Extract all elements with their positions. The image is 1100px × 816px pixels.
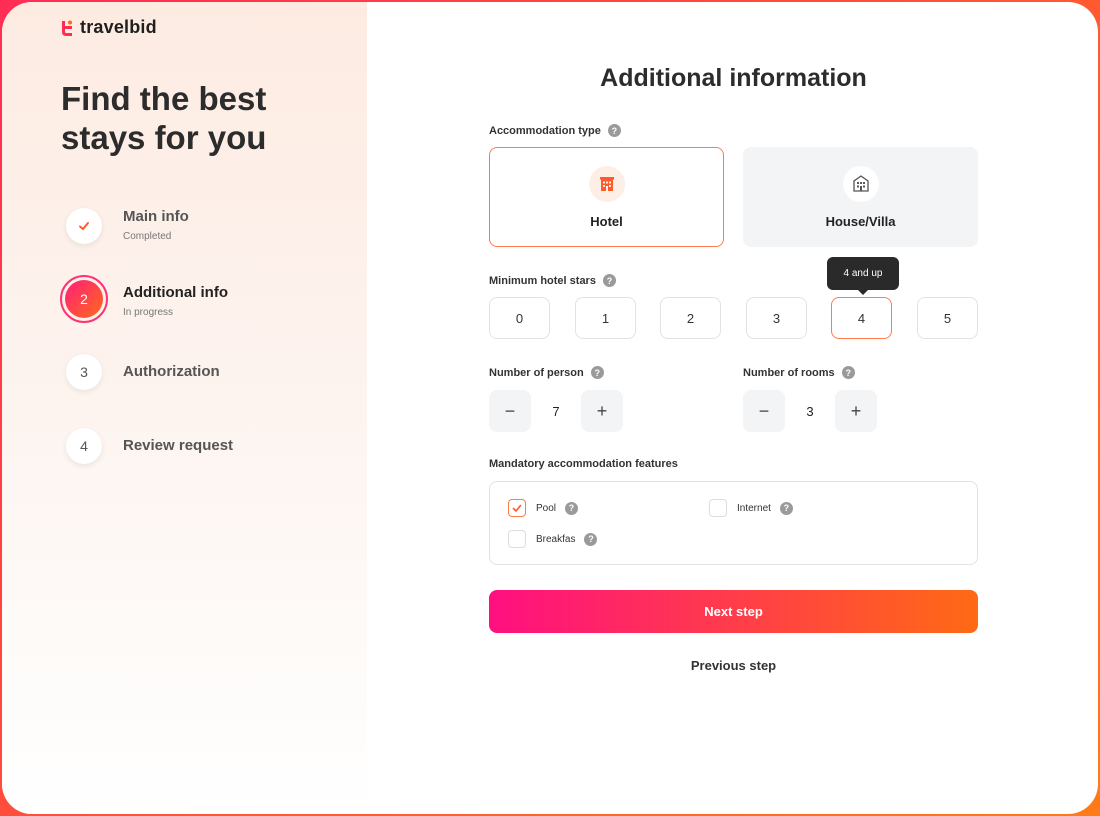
star-option-5[interactable]: 5: [917, 297, 978, 339]
feature-label: Internet: [737, 502, 771, 514]
features-box: Pool ? Internet ? Breakfas ?: [489, 481, 978, 565]
app-window: travelbid Find the best stays for you Ma…: [2, 2, 1098, 814]
previous-step-link[interactable]: Previous step: [489, 658, 978, 673]
logo[interactable]: travelbid: [60, 17, 157, 38]
check-icon: [512, 504, 522, 512]
stars-tooltip: 4 and up: [827, 257, 899, 295]
step-review-request[interactable]: 4 Review request: [66, 428, 233, 464]
page-title: Additional information: [600, 64, 867, 92]
step-number: 4: [66, 428, 102, 464]
feature-pool[interactable]: Pool ?: [508, 499, 579, 517]
star-option-1[interactable]: 1: [575, 297, 636, 339]
logo-icon: [62, 20, 72, 36]
persons-value: 7: [552, 403, 560, 419]
label-text: Mandatory accommodation features: [489, 458, 678, 470]
label-text: Number of rooms: [743, 366, 835, 379]
hotel-icon: [599, 176, 614, 191]
card-label: House/Villa: [825, 213, 896, 229]
step-active-ring: 2: [60, 275, 108, 323]
label-text: Number of person: [489, 366, 584, 379]
page-headline: Find the best stays for you: [61, 80, 267, 156]
hotel-icon-wrap: [588, 165, 625, 202]
help-icon[interactable]: ?: [602, 274, 616, 287]
accommodation-option-hotel[interactable]: Hotel: [489, 147, 724, 247]
step-number: 2: [65, 280, 103, 318]
brand-name: travelbid: [80, 17, 157, 37]
help-icon[interactable]: ?: [565, 501, 579, 515]
rooms-decrement-button[interactable]: −: [743, 390, 785, 432]
rooms-value: 3: [806, 403, 814, 419]
rooms-increment-button[interactable]: +: [835, 390, 877, 432]
step-title: Authorization: [123, 363, 220, 380]
step-title: Review request: [123, 437, 234, 454]
breakfast-checkbox[interactable]: [508, 530, 526, 548]
help-icon[interactable]: ?: [607, 124, 621, 137]
help-icon[interactable]: ?: [590, 366, 604, 379]
help-icon[interactable]: ?: [584, 532, 598, 546]
feature-internet[interactable]: Internet ?: [709, 499, 793, 517]
villa-icon-wrap: [842, 165, 879, 202]
step-additional-info[interactable]: 2 Additional info In progress: [60, 275, 228, 323]
check-icon: [79, 222, 89, 230]
step-number: 3: [66, 354, 102, 390]
feature-label: Pool: [536, 502, 557, 514]
label-text: Accommodation type: [489, 124, 601, 137]
persons-stepper: − 7 +: [489, 390, 623, 432]
persons-decrement-button[interactable]: −: [489, 390, 531, 432]
help-icon[interactable]: ?: [841, 366, 855, 379]
step-status: In progress: [123, 307, 174, 318]
label-text: Minimum hotel stars: [489, 274, 596, 287]
rooms-label: Number of rooms ?: [743, 366, 855, 379]
persons-label: Number of person ?: [489, 366, 604, 379]
features-label: Mandatory accommodation features: [489, 458, 678, 470]
minimum-stars-label: Minimum hotel stars ?: [489, 274, 616, 287]
feature-label: Breakfas: [536, 533, 576, 545]
star-option-2[interactable]: 2: [660, 297, 721, 339]
step-title: Main info: [123, 208, 189, 225]
step-completed-circle: [66, 208, 102, 244]
rooms-stepper: − 3 +: [743, 390, 877, 432]
step-title: Additional info: [123, 284, 228, 301]
villa-icon: [852, 174, 869, 192]
step-status: Completed: [123, 231, 172, 242]
step-main-info[interactable]: Main info Completed: [66, 208, 189, 244]
feature-breakfast[interactable]: Breakfas ?: [508, 530, 598, 548]
pool-checkbox[interactable]: [508, 499, 526, 517]
internet-checkbox[interactable]: [709, 499, 727, 517]
accommodation-option-villa[interactable]: House/Villa: [743, 147, 978, 247]
persons-increment-button[interactable]: +: [581, 390, 623, 432]
star-option-0[interactable]: 0: [489, 297, 550, 339]
sidebar: travelbid Find the best stays for you Ma…: [2, 2, 367, 814]
accommodation-type-label: Accommodation type ?: [489, 124, 621, 137]
star-option-4[interactable]: 4: [831, 297, 892, 339]
help-icon[interactable]: ?: [779, 501, 793, 515]
next-step-button[interactable]: Next step: [489, 590, 978, 633]
step-authorization[interactable]: 3 Authorization: [66, 354, 220, 390]
star-option-3[interactable]: 3: [746, 297, 807, 339]
card-label: Hotel: [590, 213, 623, 229]
